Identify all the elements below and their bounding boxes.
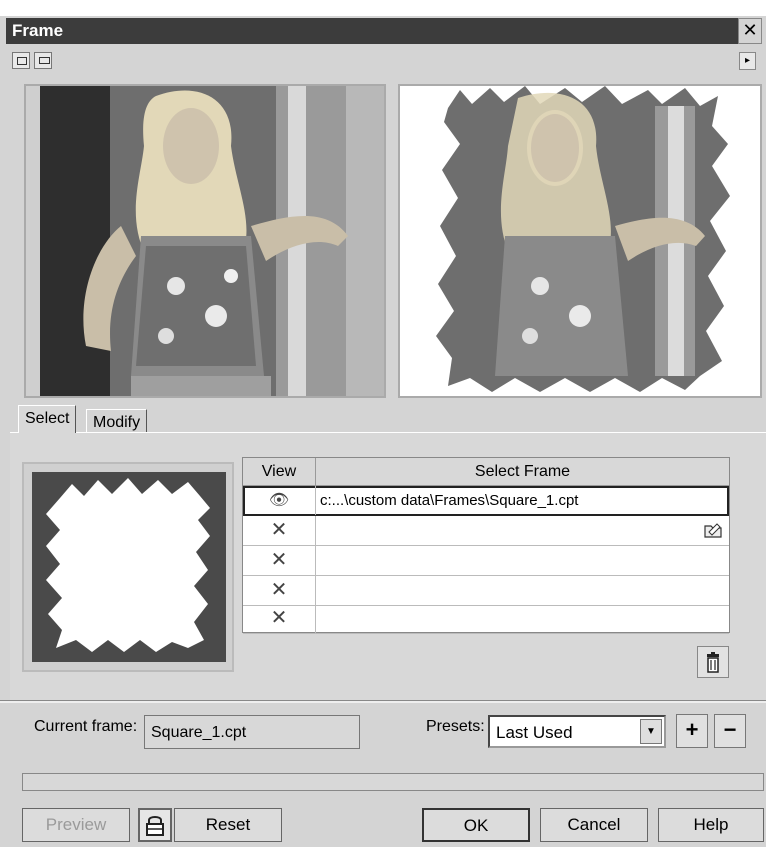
- column-header-view: View: [243, 458, 316, 485]
- framed-image-preview: [398, 84, 762, 398]
- original-image-preview: [24, 84, 386, 398]
- chevron-down-icon[interactable]: ▼: [640, 719, 662, 744]
- cancel-button[interactable]: Cancel: [540, 808, 648, 842]
- hidden-x-icon[interactable]: ✕: [243, 604, 316, 633]
- eye-icon[interactable]: 👁: [243, 486, 316, 515]
- ok-button[interactable]: OK: [422, 808, 530, 842]
- tab-select[interactable]: Select: [18, 405, 77, 433]
- single-view-icon[interactable]: [34, 52, 52, 69]
- presets-label: Presets:: [426, 718, 485, 735]
- window-title: Frame: [12, 21, 64, 40]
- lock-preview-button[interactable]: [138, 808, 172, 842]
- frame-dialog: Frame ✕ ▸ Select Modify View Select Fram…: [0, 0, 766, 847]
- table-row[interactable]: ✕: [243, 516, 729, 546]
- frame-path[interactable]: c:...\custom data\Frames\Square_1.cpt: [316, 486, 728, 515]
- presets-dropdown[interactable]: Last Used ▼: [488, 715, 666, 748]
- frame-thumbnail: [22, 462, 234, 672]
- progress-bar: [22, 773, 764, 791]
- help-button[interactable]: Help: [658, 808, 764, 842]
- remove-preset-button[interactable]: −: [714, 714, 746, 748]
- table-row[interactable]: ✕: [243, 546, 729, 576]
- table-row[interactable]: ✕: [243, 576, 729, 606]
- hidden-x-icon[interactable]: ✕: [243, 516, 316, 545]
- table-header: View Select Frame: [243, 458, 729, 486]
- divider: [0, 700, 766, 703]
- preview-window-icon[interactable]: [12, 52, 30, 69]
- top-strip: [0, 0, 766, 16]
- title-bar: Frame: [6, 18, 762, 44]
- frame-path[interactable]: [316, 576, 728, 605]
- preview-button[interactable]: Preview: [22, 808, 130, 842]
- reset-button[interactable]: Reset: [174, 808, 282, 842]
- frame-path[interactable]: [316, 516, 728, 545]
- delete-frame-button[interactable]: [697, 646, 729, 678]
- frame-path[interactable]: [316, 604, 728, 633]
- presets-value: Last Used: [496, 723, 573, 742]
- lock-icon: [146, 816, 164, 836]
- hidden-x-icon[interactable]: ✕: [243, 576, 316, 605]
- trash-icon: [707, 652, 719, 673]
- current-frame-field: Square_1.cpt: [144, 715, 360, 749]
- current-frame-label: Current frame:: [34, 718, 138, 735]
- menu-arrow-icon[interactable]: ▸: [739, 52, 756, 70]
- table-row[interactable]: 👁 c:...\custom data\Frames\Square_1.cpt: [243, 486, 729, 516]
- table-row[interactable]: ✕: [243, 604, 729, 634]
- browse-folder-icon[interactable]: [703, 520, 723, 540]
- add-preset-button[interactable]: +: [676, 714, 708, 748]
- frame-path[interactable]: [316, 546, 728, 575]
- column-header-select-frame: Select Frame: [474, 463, 571, 480]
- frame-table: View Select Frame 👁 c:...\custom data\Fr…: [242, 457, 730, 634]
- hidden-x-icon[interactable]: ✕: [243, 546, 316, 575]
- close-icon[interactable]: ✕: [738, 18, 762, 44]
